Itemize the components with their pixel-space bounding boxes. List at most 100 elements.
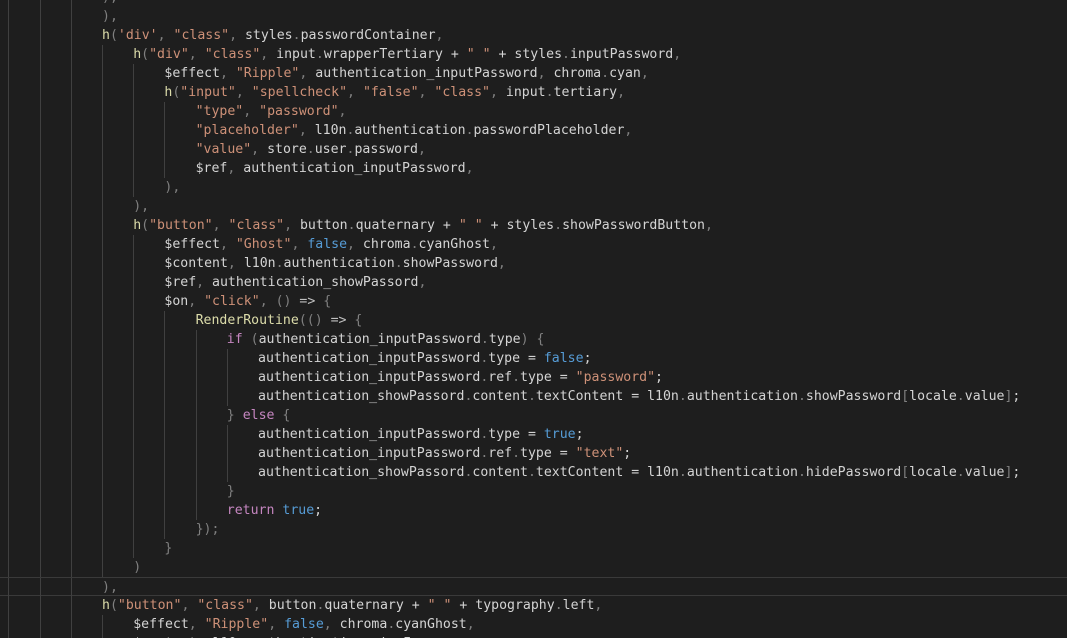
code-line[interactable]: $effect, "Ripple", authentication_inputP… — [0, 64, 1067, 83]
indent-guide — [102, 102, 103, 121]
indent-guide — [8, 254, 10, 273]
code-line[interactable]: return true; — [0, 501, 1067, 520]
indent-guide — [39, 235, 41, 254]
identifier-token: l10n — [647, 389, 679, 404]
punctuation-token: , — [268, 617, 285, 632]
directive-token: $effect — [164, 237, 220, 252]
punctuation-token: ), — [164, 180, 181, 195]
indent-guide — [8, 330, 10, 349]
code-line[interactable]: } — [0, 482, 1067, 501]
indent-guide — [70, 121, 72, 140]
indent-guide — [39, 615, 41, 634]
indent-guide — [70, 578, 72, 597]
indent-guide — [70, 216, 72, 235]
code-line[interactable]: $content, l10n.authentication.showPasswo… — [0, 254, 1067, 273]
code-text: authentication_showPassord.content.textC… — [258, 463, 1020, 482]
code-line[interactable]: h('div', "class", styles.passwordContain… — [0, 26, 1067, 45]
code-line[interactable]: $ref, authentication_showPassord, — [0, 273, 1067, 292]
code-line[interactable]: $effect, "Ripple", false, chroma.cyanGho… — [0, 615, 1067, 634]
code-line[interactable]: ), — [0, 178, 1067, 197]
indent-guide — [39, 311, 41, 330]
code-text: ), — [102, 0, 118, 7]
directive-token: $effect — [164, 66, 220, 81]
arrow-token: => — [299, 294, 316, 309]
punctuation-token: , — [227, 161, 244, 176]
indent-guide — [164, 501, 166, 520]
string-token: "Ripple" — [204, 617, 269, 632]
code-line[interactable]: h("button", "class", button.quaternary +… — [0, 596, 1067, 615]
code-line[interactable]: authentication_inputPassword.type = fals… — [0, 349, 1067, 368]
indent-guide — [70, 83, 72, 102]
indent-guide — [39, 558, 41, 577]
code-line[interactable]: authentication_showPassord.content.textC… — [0, 463, 1067, 482]
code-line[interactable]: $ref, authentication_inputPassword, — [0, 159, 1067, 178]
indent-guide — [164, 520, 166, 539]
code-line[interactable]: h("button", "class", button.quaternary +… — [0, 216, 1067, 235]
punctuation-token: . — [562, 47, 570, 62]
identifier-token: content — [472, 389, 528, 404]
code-line[interactable]: } — [0, 539, 1067, 558]
code-text: "value", store.user.password, — [196, 140, 426, 159]
indent-guide — [39, 216, 41, 235]
string-token: " " — [427, 598, 452, 613]
indent-guide — [164, 102, 166, 121]
code-line[interactable]: h("input", "spellcheck", "false", "class… — [0, 83, 1067, 102]
string-token: "button" — [149, 218, 213, 233]
function-name-token: h — [102, 28, 110, 43]
indent-guide — [226, 463, 228, 482]
code-line[interactable]: }); — [0, 520, 1067, 539]
indent-guide — [39, 197, 41, 216]
punctuation-token: ), — [102, 0, 118, 5]
code-line[interactable]: authentication_inputPassword.ref.type = … — [0, 444, 1067, 463]
code-line[interactable]: } else { — [0, 406, 1067, 425]
identifier-token: ref — [488, 446, 513, 461]
identifier-token: hidePassword — [805, 465, 902, 480]
code-line[interactable]: "placeholder", l10n.authentication.passw… — [0, 121, 1067, 140]
indent-guide — [226, 444, 228, 463]
code-line[interactable]: ), — [0, 197, 1067, 216]
indent-guide — [70, 634, 72, 638]
punctuation-token: , — [465, 161, 474, 176]
punctuation-token: , — [284, 218, 300, 233]
code-line[interactable]: RenderRoutine(() => { — [0, 311, 1067, 330]
indent-guide — [102, 349, 103, 368]
code-line[interactable]: authentication_inputPassword.ref.type = … — [0, 368, 1067, 387]
identifier-token: authentication_showPassord — [258, 465, 465, 480]
code-editor[interactable]: ),), h('div', "class", styles.passwordCon… — [0, 0, 1067, 638]
code-text: ), — [164, 178, 180, 197]
indent-guide — [102, 216, 103, 235]
function-name-token: h — [102, 598, 110, 613]
code-line-current[interactable]: ), — [0, 577, 1067, 597]
punctuation-token: , — [252, 598, 269, 613]
boolean-token: false — [543, 351, 584, 366]
code-line[interactable]: ), — [0, 7, 1067, 26]
code-line[interactable]: $content, l10n.authentication.signIn, — [0, 634, 1067, 638]
code-line[interactable]: ) — [0, 558, 1067, 577]
indent-guide — [133, 311, 135, 330]
punctuation-token: . — [678, 465, 687, 480]
code-line[interactable]: $on, "click", () => { — [0, 292, 1067, 311]
code-line[interactable]: h("div", "class", input.wrapperTertiary … — [0, 45, 1067, 64]
indent-guide — [195, 368, 197, 387]
code-text: if (authentication_inputPassword.type) { — [227, 330, 545, 349]
operator-token: ; — [623, 446, 632, 461]
punctuation-token: . — [512, 370, 521, 385]
code-line[interactable]: "value", store.user.password, — [0, 140, 1067, 159]
indent-guide — [8, 349, 10, 368]
punctuation-token: ( — [109, 598, 118, 613]
code-text: RenderRoutine(() => { — [196, 311, 363, 330]
code-line[interactable]: authentication_inputPassword.type = true… — [0, 425, 1067, 444]
punctuation-token: ), — [102, 9, 118, 24]
code-line[interactable]: $effect, "Ghost", false, chroma.cyanGhos… — [0, 235, 1067, 254]
indent-guide — [8, 406, 10, 425]
code-line[interactable]: ), — [0, 0, 1067, 7]
indent-guide — [70, 444, 72, 463]
punctuation-token: } — [226, 484, 235, 499]
code-line[interactable]: if (authentication_inputPassword.type) { — [0, 330, 1067, 349]
punctuation-token: . — [347, 218, 356, 233]
indent-guide — [133, 444, 135, 463]
code-line[interactable]: "type", "password", — [0, 102, 1067, 121]
indent-guide — [164, 140, 166, 159]
code-lines[interactable]: ),), h('div', "class", styles.passwordCon… — [0, 0, 1067, 638]
code-line[interactable]: authentication_showPassord.content.textC… — [0, 387, 1067, 406]
